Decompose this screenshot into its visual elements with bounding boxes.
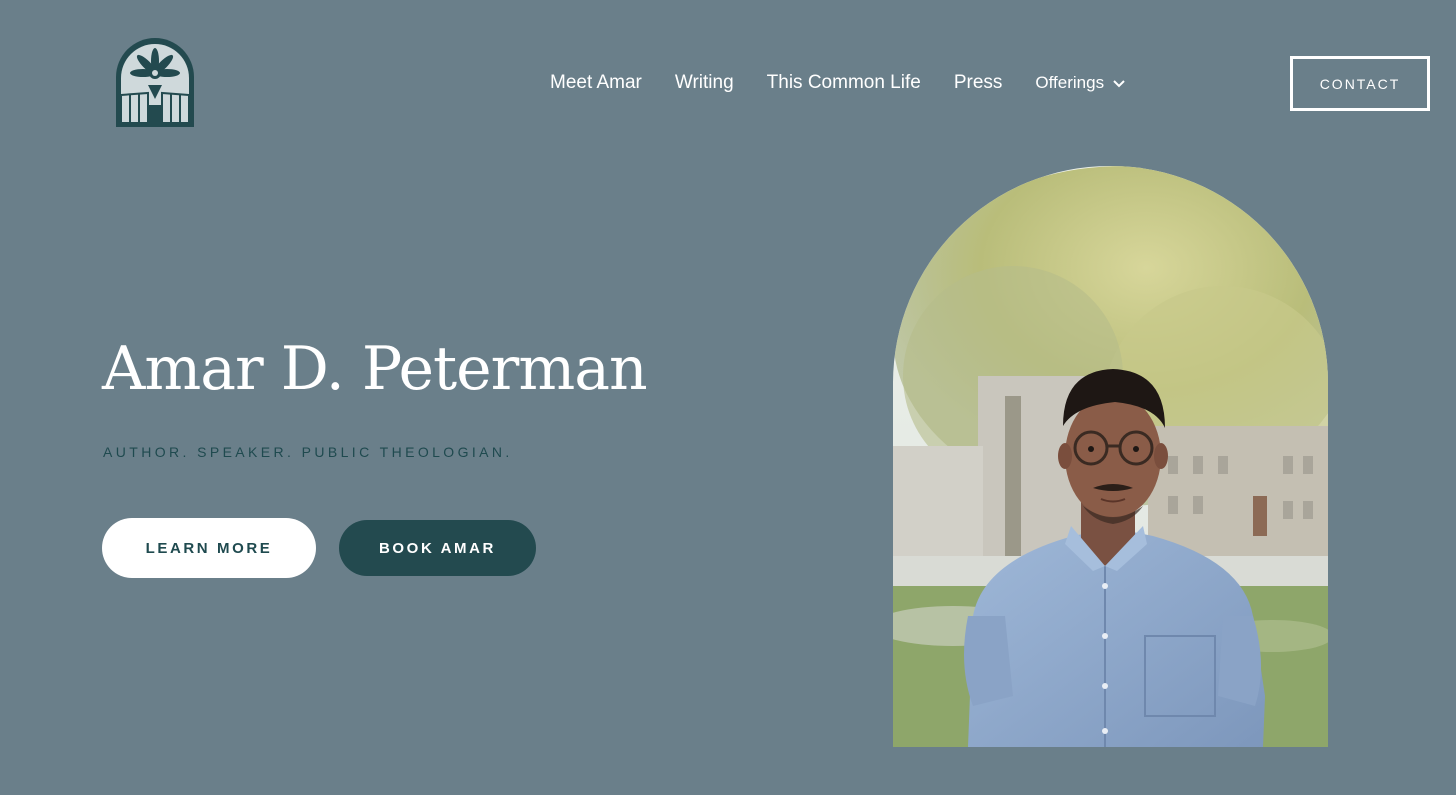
book-amar-button[interactable]: BOOK AMAR [339, 520, 536, 576]
nav-link-writing[interactable]: Writing [675, 72, 734, 94]
nav-link-this-common-life[interactable]: This Common Life [767, 72, 921, 94]
learn-more-button[interactable]: LEARN MORE [102, 518, 316, 578]
hero-title: Amar D. Peterman [102, 334, 648, 404]
portrait-photo [893, 166, 1328, 747]
chevron-down-icon[interactable] [1112, 77, 1126, 91]
portrait-illustration [893, 166, 1328, 747]
nav-link-press[interactable]: Press [954, 72, 1003, 94]
main-nav: Meet Amar Writing This Common Life Press… [550, 70, 1126, 96]
nav-link-meet-amar[interactable]: Meet Amar [550, 72, 642, 94]
hero-tagline: AUTHOR. SPEAKER. PUBLIC THEOLOGIAN. [103, 444, 513, 460]
nav-link-offerings[interactable]: Offerings [1035, 73, 1104, 93]
contact-button[interactable]: CONTACT [1290, 56, 1430, 111]
site-logo[interactable] [114, 37, 196, 129]
page: Meet Amar Writing This Common Life Press… [0, 0, 1456, 795]
